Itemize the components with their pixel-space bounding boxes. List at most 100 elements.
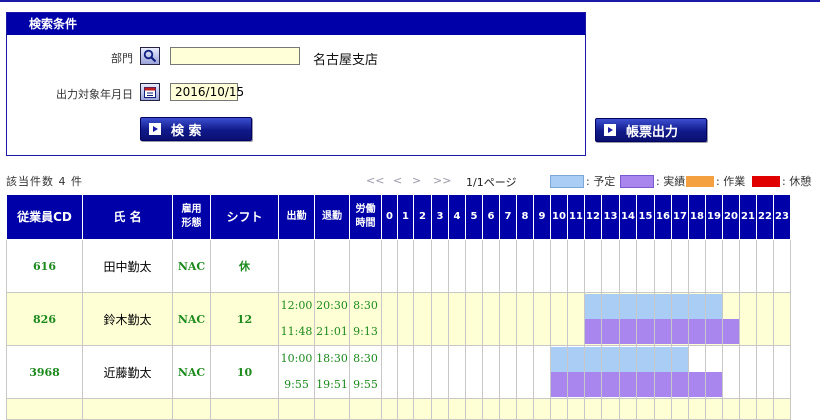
actual-bar — [585, 372, 601, 397]
shift-cell: 休 — [210, 239, 279, 293]
plan-bar — [620, 347, 636, 372]
plan-bar — [740, 241, 756, 266]
hour-cell-16 — [654, 292, 672, 346]
col-hour-16: 16 — [654, 194, 672, 240]
actual-bar — [740, 372, 756, 397]
emp-cd-cell: 616 — [6, 239, 83, 293]
plan-bar — [466, 294, 482, 319]
calendar-icon[interactable] — [140, 83, 160, 101]
col-hour-18: 18 — [688, 194, 706, 240]
actual-bar — [568, 319, 584, 344]
hour-cell-21 — [739, 239, 757, 293]
plan-bar — [757, 294, 773, 319]
dept-search-icon[interactable] — [140, 47, 160, 65]
out-time-cell-actual: 19:51 — [316, 378, 348, 391]
pager-next-link[interactable]: > — [412, 174, 421, 187]
table-row: 616 田中勤太 NAC 休 — [6, 239, 791, 293]
legend-plan: : 予定 — [550, 173, 615, 189]
table-cell — [448, 398, 466, 420]
out-time-cell-plan — [315, 240, 349, 266]
plan-bar — [774, 347, 790, 372]
actual-bar — [398, 266, 413, 291]
in-time-cell-plan: 12:00 — [280, 299, 313, 312]
result-count: 該当件数 4 件 — [6, 175, 83, 188]
actual-bar — [568, 266, 584, 291]
arrow-right-icon — [149, 123, 161, 135]
plan-bar — [706, 294, 722, 319]
actual-bar — [655, 319, 671, 344]
hour-cell-1 — [397, 345, 414, 399]
emp-name-cell: 近藤勤太 — [82, 345, 173, 399]
hour-cell-0 — [381, 345, 398, 399]
actual-bar — [602, 372, 619, 397]
legend-plan-swatch — [550, 174, 584, 188]
actual-bar — [517, 372, 533, 397]
actual-bar — [774, 372, 790, 397]
hour-cell-10 — [550, 292, 568, 346]
table-cell — [413, 398, 432, 420]
actual-bar — [534, 319, 550, 344]
table-cell — [671, 398, 689, 420]
hour-cell-9 — [533, 345, 551, 399]
work-time-cell-plan: 8:30 — [353, 299, 378, 312]
table-cell — [619, 398, 637, 420]
table-cell — [516, 398, 534, 420]
plan-bar — [655, 347, 671, 372]
actual-bar — [740, 266, 756, 291]
table-cell — [82, 398, 173, 420]
date-input[interactable]: 2016/10/15 — [170, 83, 244, 101]
actual-bar — [706, 266, 722, 291]
col-hour-17: 17 — [671, 194, 689, 240]
plan-bar — [672, 294, 688, 319]
plan-bar — [382, 241, 397, 266]
hour-cell-13 — [601, 292, 620, 346]
actual-bar — [689, 266, 705, 291]
search-button[interactable]: 検 索 — [140, 117, 252, 141]
col-hour-14: 14 — [619, 194, 637, 240]
table-cell — [397, 398, 414, 420]
dept-label: 部門 — [111, 52, 133, 65]
col-out: 退勤 — [314, 194, 350, 240]
table-cell — [314, 398, 350, 420]
hour-cell-0 — [381, 292, 398, 346]
table-cell — [584, 398, 602, 420]
work-time-cell: 8:30 9:13 — [349, 292, 382, 346]
plan-bar — [483, 347, 499, 372]
dept-input[interactable] — [170, 47, 300, 65]
pager-prev-link[interactable]: < — [393, 174, 402, 187]
plan-bar — [382, 347, 397, 372]
actual-bar — [551, 372, 567, 397]
hour-cell-13 — [601, 239, 620, 293]
actual-bar — [602, 319, 619, 344]
actual-bar — [414, 319, 431, 344]
plan-bar — [655, 294, 671, 319]
pager-last-link[interactable]: >> — [433, 174, 451, 187]
hour-cell-22 — [756, 292, 774, 346]
actual-bar — [757, 372, 773, 397]
plan-bar — [757, 347, 773, 372]
hour-cell-11 — [567, 292, 585, 346]
pager-first-link[interactable]: << — [366, 174, 384, 187]
actual-bar — [774, 319, 790, 344]
actual-bar — [620, 372, 636, 397]
actual-bar — [602, 266, 619, 291]
emp-cd-cell: 3968 — [6, 345, 83, 399]
actual-bar — [706, 372, 722, 397]
plan-bar — [517, 347, 533, 372]
hour-cell-4 — [448, 345, 466, 399]
col-hour-7: 7 — [499, 194, 517, 240]
hour-cell-14 — [619, 345, 637, 399]
plan-bar — [689, 294, 705, 319]
date-label: 出力対象年月日 — [56, 88, 133, 101]
actual-bar — [655, 266, 671, 291]
col-name: 氏 名 — [82, 194, 173, 240]
legend-break: : 休憩 — [752, 173, 811, 189]
plan-bar — [672, 241, 688, 266]
hour-cell-10 — [550, 345, 568, 399]
emp-type-cell: NAC — [172, 239, 211, 293]
col-hour-20: 20 — [722, 194, 740, 240]
hour-cell-21 — [739, 345, 757, 399]
plan-bar — [449, 347, 465, 372]
report-output-button[interactable]: 帳票出力 — [595, 118, 707, 142]
emp-type-cell: NAC — [172, 292, 211, 346]
